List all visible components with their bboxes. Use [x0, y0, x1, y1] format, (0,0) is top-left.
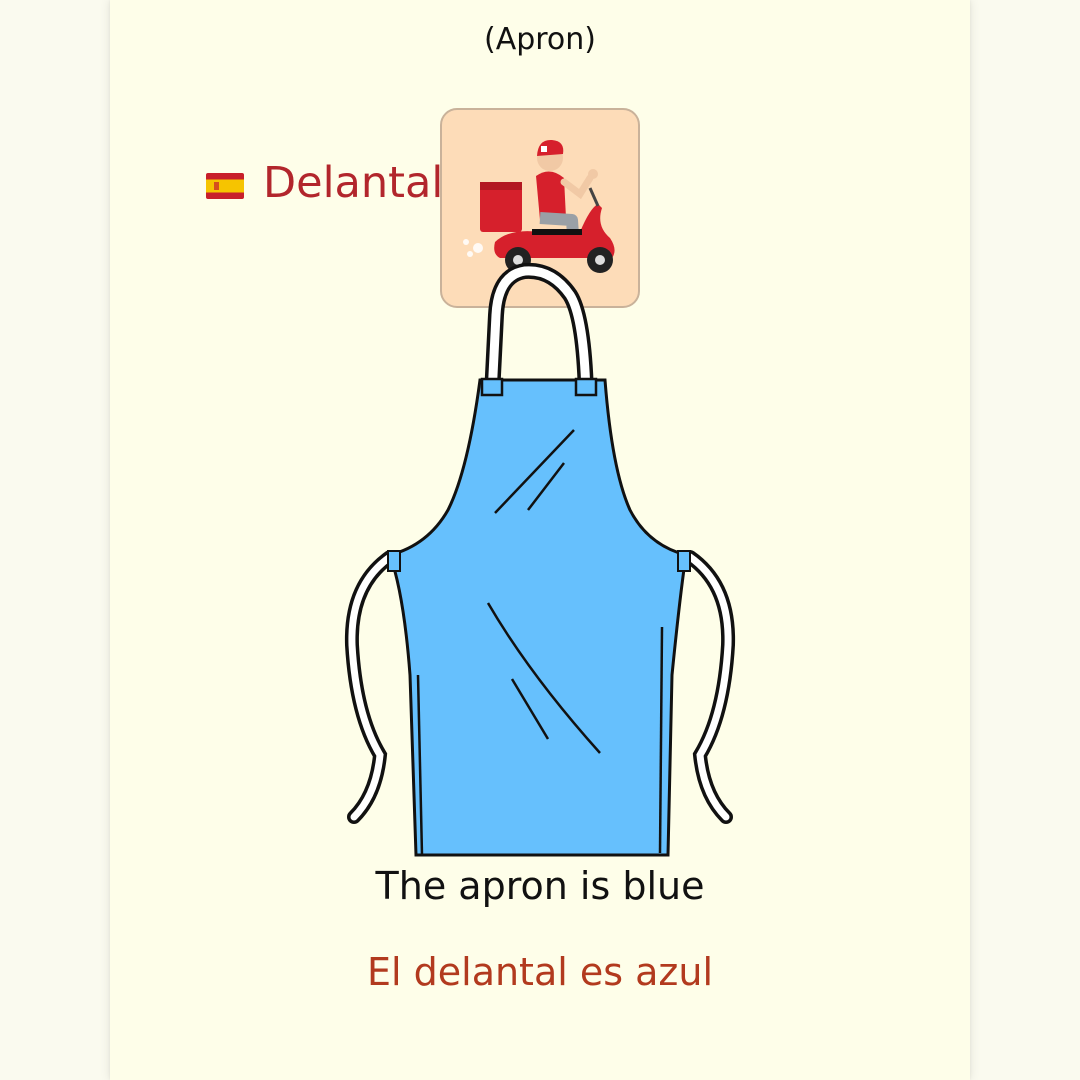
- spanish-word: Delantal: [263, 158, 444, 208]
- english-word: (Apron): [483, 22, 597, 57]
- apron-icon: [344, 262, 736, 857]
- spain-flag-icon: [206, 173, 244, 199]
- spanish-sentence: El delantal es azul: [366, 950, 714, 994]
- english-sentence: The apron is blue: [375, 864, 705, 908]
